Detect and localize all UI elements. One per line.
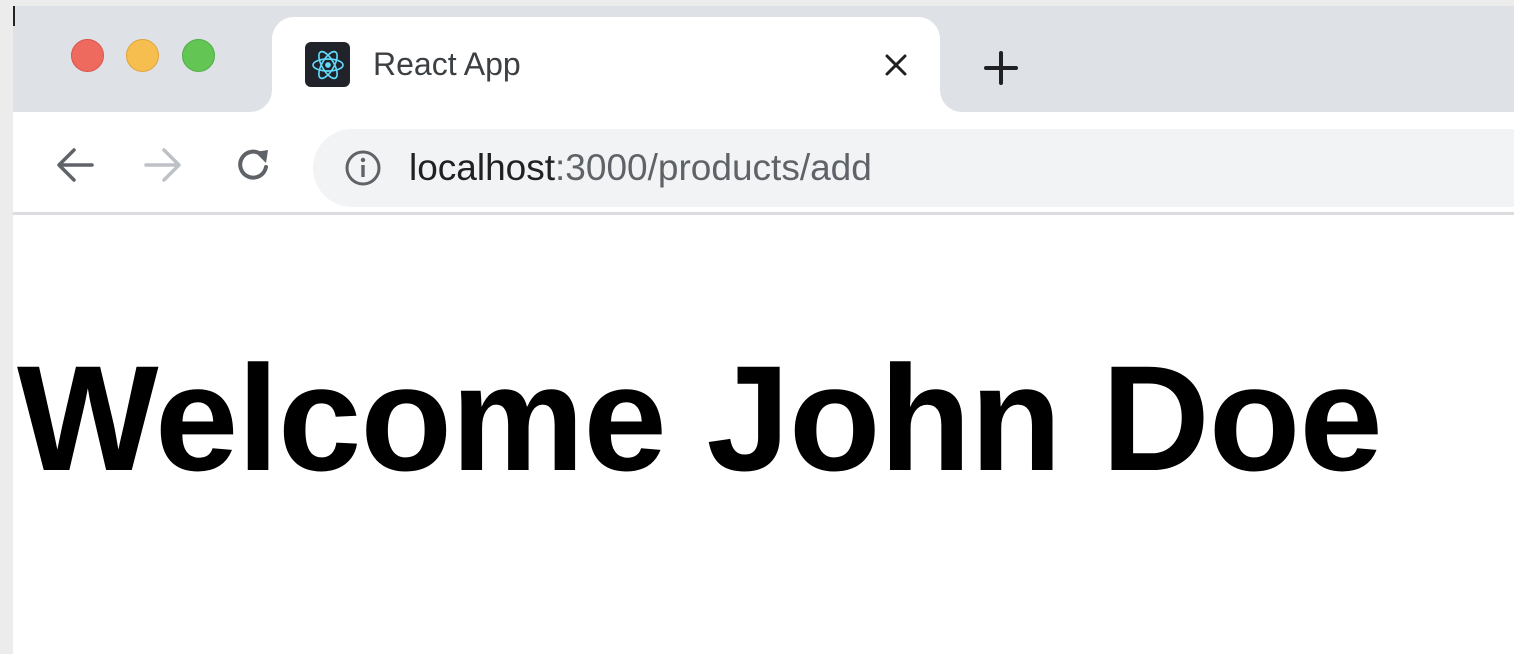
arrow-left-icon[interactable]	[51, 141, 99, 189]
page-content: Welcome John Doe	[13, 215, 1514, 654]
plus-icon[interactable]	[979, 46, 1023, 90]
window-close-button[interactable]	[71, 39, 104, 72]
react-logo-icon	[305, 42, 350, 87]
close-icon[interactable]	[879, 48, 913, 82]
url-host: localhost	[409, 147, 556, 188]
reload-icon[interactable]	[230, 141, 278, 189]
tab-strip: React App	[13, 6, 1514, 112]
url-text[interactable]: localhost:3000/products/add	[409, 147, 872, 189]
info-icon[interactable]	[344, 149, 382, 187]
tab-react-app[interactable]: React App	[272, 17, 940, 112]
window-minimize-button[interactable]	[126, 39, 159, 72]
arrow-right-icon[interactable]	[139, 141, 187, 189]
browser-toolbar: localhost:3000/products/add	[13, 112, 1514, 215]
browser-window: React App localhost:3000/products/add We…	[13, 6, 1514, 654]
window-edge	[13, 6, 15, 26]
page-heading: Welcome John Doe	[17, 334, 1383, 502]
window-maximize-button[interactable]	[182, 39, 215, 72]
address-bar[interactable]: localhost:3000/products/add	[313, 129, 1514, 207]
tab-title: React App	[373, 46, 521, 82]
url-path: :3000/products/add	[555, 147, 872, 188]
